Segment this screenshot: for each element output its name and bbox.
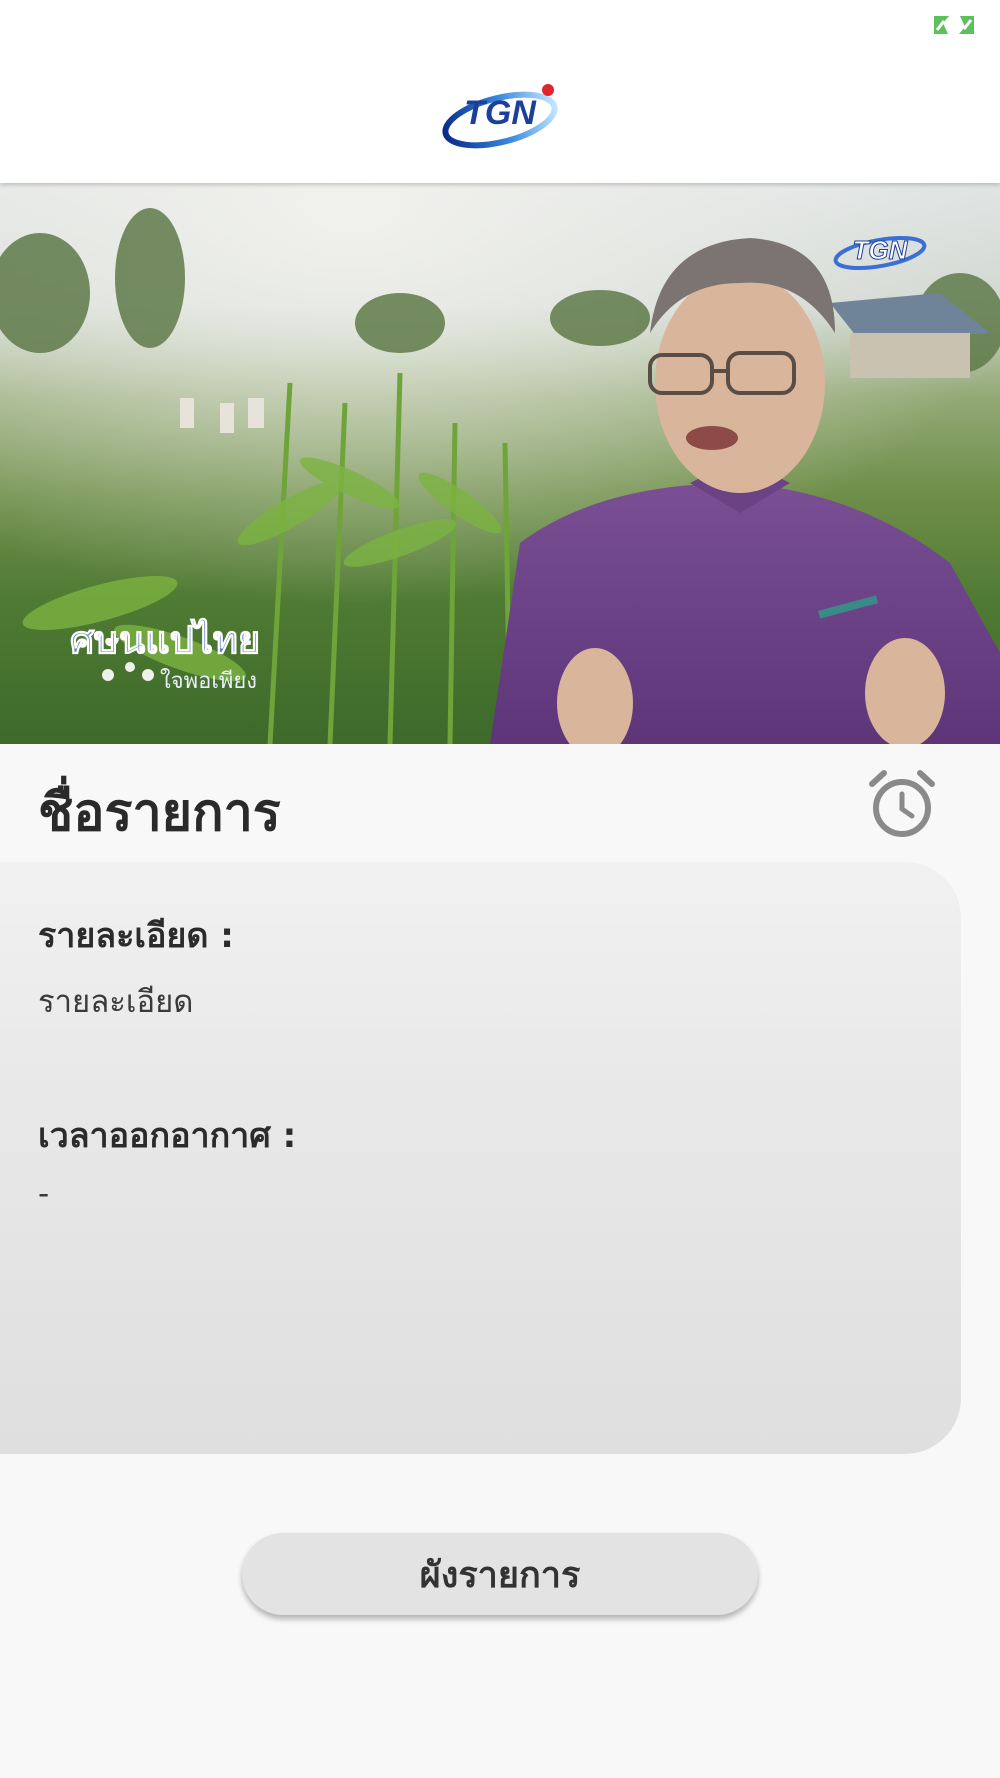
description-label: รายละเอียด : xyxy=(38,916,234,956)
top-header: TGN xyxy=(0,0,1000,183)
airtime-label: เวลาออกอากาศ : xyxy=(38,1116,297,1156)
program-details-card: รายละเอียด : รายละเอียด เวลาออกอากาศ : - xyxy=(0,862,961,1454)
video-watermark: TGN xyxy=(853,235,909,265)
video-caption-title: ศษนแปไทย xyxy=(70,618,260,662)
fullscreen-icon[interactable] xyxy=(931,14,977,36)
video-caption-subtitle: ใจพอเพียง xyxy=(160,668,257,694)
schedule-button[interactable]: ผังรายการ xyxy=(242,1533,758,1615)
tgn-logo: TGN xyxy=(442,84,558,149)
schedule-button-label: ผังรายการ xyxy=(419,1554,581,1596)
video-frame: TGN ศษนแปไทย ใจพอเพียง xyxy=(0,183,1000,744)
app-screen: TGN TGN ศษนแปไทย ใจพอเพียง ชื่อรายการ รา… xyxy=(0,0,1000,1778)
description-value: รายละเอียด xyxy=(38,984,194,1020)
alarm-clock-icon[interactable] xyxy=(866,768,938,840)
airtime-value: - xyxy=(38,1176,50,1212)
program-title-row: ชื่อรายการ xyxy=(0,744,1000,862)
video-player[interactable]: TGN ศษนแปไทย ใจพอเพียง xyxy=(0,183,1000,744)
logo-text: TGN xyxy=(464,94,537,132)
program-title: ชื่อรายการ xyxy=(38,783,281,843)
